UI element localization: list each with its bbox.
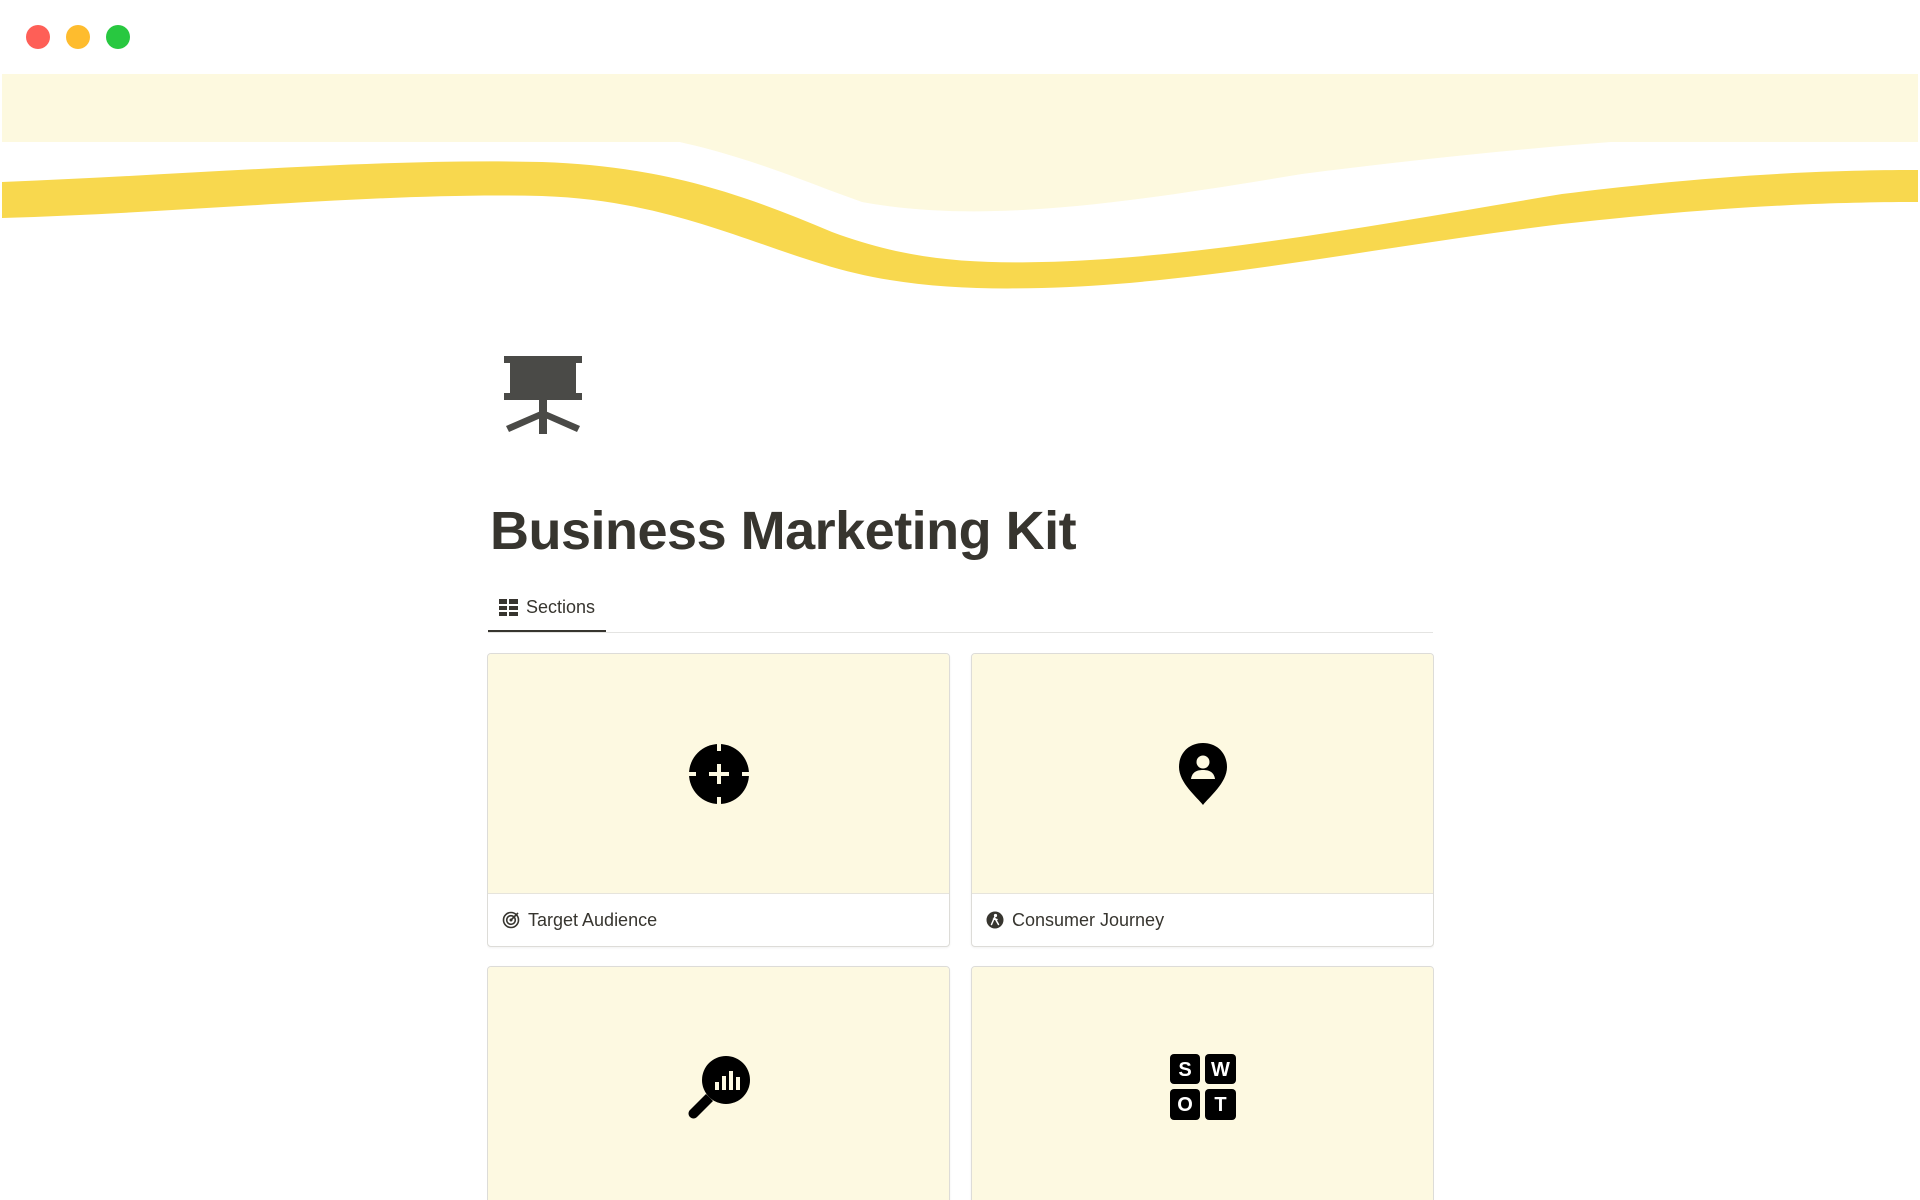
presentation-board-icon[interactable] <box>502 352 586 436</box>
crosshair-plus-icon <box>685 740 752 807</box>
tab-sections[interactable]: Sections <box>488 585 607 632</box>
analytics-magnifier-icon <box>688 1055 750 1118</box>
view-tabs: Sections <box>488 585 1433 633</box>
svg-text:S: S <box>1178 1059 1191 1081</box>
close-window-button[interactable] <box>26 25 50 49</box>
card-title: Consumer Journey <box>1012 909 1165 930</box>
gallery-grid-icon <box>499 599 518 616</box>
card-title: Target Audience <box>528 909 658 930</box>
card-cover <box>488 967 949 1200</box>
gallery-card-swot[interactable]: S W O T <box>971 966 1434 1200</box>
card-cover: S W O T <box>972 967 1433 1200</box>
gallery-card-analytics[interactable] <box>487 966 950 1200</box>
svg-text:T: T <box>1214 1094 1226 1116</box>
location-person-pin-icon <box>1178 742 1227 805</box>
page-cover[interactable] <box>2 74 1918 304</box>
card-cover <box>972 654 1433 894</box>
app-window: Business Marketing Kit Sections Target A… <box>0 0 1920 1200</box>
minimize-window-button[interactable] <box>66 25 90 49</box>
swot-grid-icon: S W O T <box>1169 1053 1236 1120</box>
card-footer: Target Audience <box>488 894 949 946</box>
page-title[interactable]: Business Marketing Kit <box>490 500 1077 562</box>
gallery-card-target-audience[interactable]: Target Audience <box>487 653 950 947</box>
svg-text:O: O <box>1177 1094 1193 1116</box>
walking-person-icon <box>986 911 1004 929</box>
card-footer: Consumer Journey <box>972 894 1433 946</box>
tab-label: Sections <box>526 597 596 617</box>
window-controls <box>26 25 130 49</box>
svg-text:W: W <box>1211 1059 1230 1081</box>
card-cover <box>488 654 949 894</box>
target-icon <box>502 911 520 929</box>
gallery-card-consumer-journey[interactable]: Consumer Journey <box>971 653 1434 947</box>
cover-wave-graphic <box>2 74 1918 289</box>
gallery-view: Target Audience Consumer Journey S W O T <box>487 653 1434 1200</box>
maximize-window-button[interactable] <box>106 25 130 49</box>
